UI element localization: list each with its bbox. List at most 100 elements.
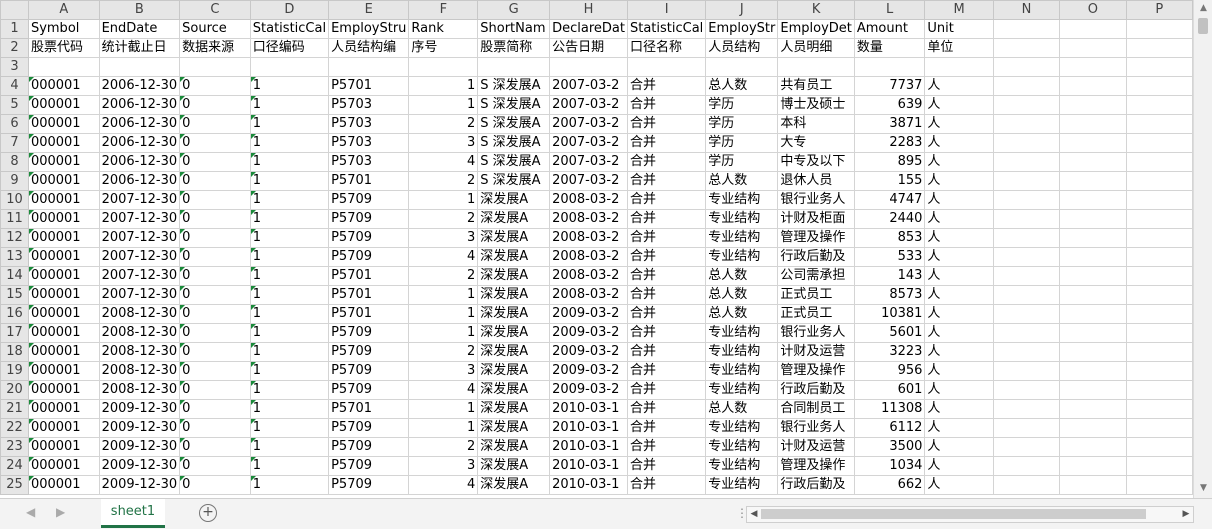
cell-o20[interactable] [1059,380,1127,400]
cell-a6[interactable]: 000001 [27,114,100,134]
cell-f6[interactable]: 2 [408,114,479,134]
cell-m2[interactable]: 单位 [924,38,994,58]
cell-d23[interactable]: 1 [249,437,330,457]
cell-c8[interactable]: 0 [179,152,251,172]
cell-l18[interactable]: 3223 [853,342,926,362]
cell-d15[interactable]: 1 [249,285,330,305]
cell-j17[interactable]: 专业结构 [705,323,779,343]
cell-c21[interactable]: 0 [179,399,251,419]
cell-i1[interactable]: StatisticCal [626,19,707,39]
vertical-scroll-thumb[interactable] [1198,18,1208,34]
cell-l4[interactable]: 7737 [853,76,926,96]
cell-l6[interactable]: 3871 [853,114,926,134]
cell-o24[interactable] [1059,456,1127,476]
cell-m6[interactable]: 人 [924,114,994,134]
cell-n22[interactable] [992,418,1061,438]
cell-d1[interactable]: StatisticCal [249,19,330,39]
cell-c16[interactable]: 0 [179,304,251,324]
cell-n24[interactable] [992,456,1061,476]
cell-e16[interactable]: P5701 [328,304,410,324]
cell-j24[interactable]: 专业结构 [705,456,779,476]
cell-j1[interactable]: EmployStr [705,19,779,39]
cell-h4[interactable]: 2007-03-2 [549,76,628,96]
cell-c23[interactable]: 0 [179,437,251,457]
cell-c3[interactable] [179,57,251,77]
cell-a11[interactable]: 000001 [27,209,100,229]
column-header-e[interactable]: E [328,0,410,20]
cell-o9[interactable] [1059,171,1127,191]
cell-p11[interactable] [1125,209,1193,229]
cell-k3[interactable] [777,57,855,77]
row-header[interactable]: 24 [0,456,29,476]
cell-b5[interactable]: 2006-12-30 [98,95,181,115]
cell-l1[interactable]: Amount [853,19,926,39]
cell-a12[interactable]: 000001 [27,228,100,248]
cell-j11[interactable]: 专业结构 [705,209,779,229]
cell-f11[interactable]: 2 [408,209,479,229]
scroll-left-icon[interactable]: ◀ [747,507,761,522]
row-header[interactable]: 22 [0,418,29,438]
cell-e13[interactable]: P5709 [328,247,410,267]
cell-d21[interactable]: 1 [249,399,330,419]
cell-e6[interactable]: P5703 [328,114,410,134]
cell-n23[interactable] [992,437,1061,457]
cell-h16[interactable]: 2009-03-2 [549,304,628,324]
cell-e9[interactable]: P5701 [328,171,410,191]
cell-f17[interactable]: 1 [408,323,479,343]
cell-e25[interactable]: P5709 [328,475,410,495]
cell-b4[interactable]: 2006-12-30 [98,76,181,96]
cell-o23[interactable] [1059,437,1127,457]
cell-d11[interactable]: 1 [249,209,330,229]
cell-h20[interactable]: 2009-03-2 [549,380,628,400]
cell-m1[interactable]: Unit [924,19,994,39]
cell-a19[interactable]: 000001 [27,361,100,381]
cell-p7[interactable] [1125,133,1193,153]
cell-j10[interactable]: 专业结构 [705,190,779,210]
cell-d18[interactable]: 1 [249,342,330,362]
cell-h15[interactable]: 2008-03-2 [549,285,628,305]
cell-c1[interactable]: Source [179,19,251,39]
cell-d2[interactable]: 口径编码 [249,38,330,58]
cell-f23[interactable]: 2 [408,437,479,457]
cell-m11[interactable]: 人 [924,209,994,229]
cell-k6[interactable]: 本科 [777,114,855,134]
cell-f3[interactable] [408,57,479,77]
cell-a17[interactable]: 000001 [27,323,100,343]
cell-n14[interactable] [992,266,1061,286]
prev-sheet-icon[interactable]: ◀ [26,505,35,519]
cell-b12[interactable]: 2007-12-30 [98,228,181,248]
cell-d4[interactable]: 1 [249,76,330,96]
cell-h22[interactable]: 2010-03-1 [549,418,628,438]
cell-b11[interactable]: 2007-12-30 [98,209,181,229]
cell-e1[interactable]: EmployStru [328,19,410,39]
cell-f15[interactable]: 1 [408,285,479,305]
cell-o25[interactable] [1059,475,1127,495]
cell-m20[interactable]: 人 [924,380,994,400]
cell-n16[interactable] [992,304,1061,324]
cell-b14[interactable]: 2007-12-30 [98,266,181,286]
row-header[interactable]: 12 [0,228,29,248]
cell-b10[interactable]: 2007-12-30 [98,190,181,210]
cell-j18[interactable]: 专业结构 [705,342,779,362]
row-header[interactable]: 10 [0,190,29,210]
spreadsheet-grid[interactable]: ABCDEFGHIJKLMNOP 1 Symbol EndDate Source Sta… [0,0,1193,498]
cell-h8[interactable]: 2007-03-2 [549,152,628,172]
row-header[interactable]: 17 [0,323,29,343]
cell-b24[interactable]: 2009-12-30 [98,456,181,476]
cell-k22[interactable]: 银行业务人 [777,418,855,438]
cell-a8[interactable]: 000001 [27,152,100,172]
cell-c6[interactable]: 0 [179,114,251,134]
cell-b6[interactable]: 2006-12-30 [98,114,181,134]
cell-k19[interactable]: 管理及操作 [777,361,855,381]
cell-o19[interactable] [1059,361,1127,381]
cell-e23[interactable]: P5709 [328,437,410,457]
cell-b20[interactable]: 2008-12-30 [98,380,181,400]
cell-h13[interactable]: 2008-03-2 [549,247,628,267]
cell-d14[interactable]: 1 [249,266,330,286]
cell-a3[interactable] [27,57,100,77]
row-header[interactable]: 5 [0,95,29,115]
cell-p5[interactable] [1125,95,1193,115]
column-header-n[interactable]: N [992,0,1061,20]
cell-g11[interactable]: 深发展A [477,209,551,229]
cell-j16[interactable]: 总人数 [705,304,779,324]
